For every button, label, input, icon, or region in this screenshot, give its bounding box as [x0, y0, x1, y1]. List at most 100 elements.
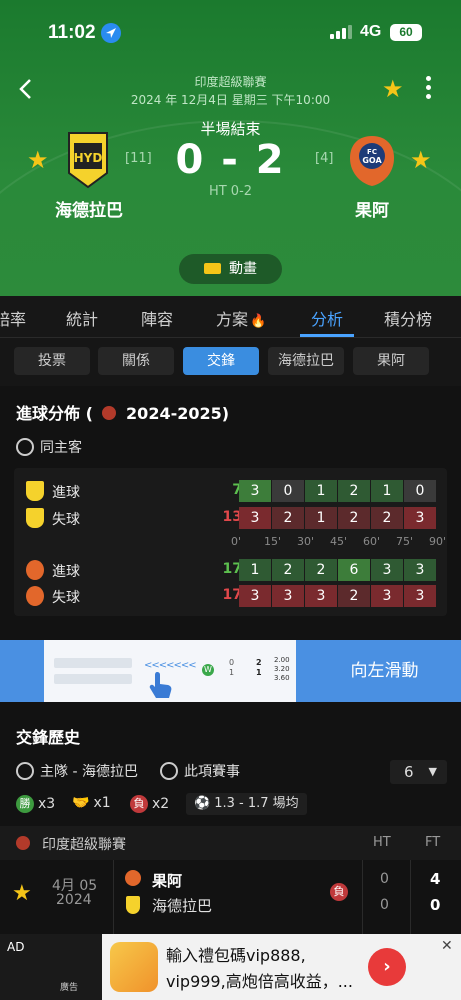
distribution-row: 進球 7 3 0 1 2 1 0: [26, 480, 447, 502]
tab-lineup[interactable]: 陣容: [141, 306, 173, 330]
tab-odds[interactable]: 賠率: [0, 306, 26, 330]
tab-plans[interactable]: 方案 🔥: [216, 306, 266, 330]
match-team1[interactable]: 果阿: [152, 870, 182, 891]
status-bar: 11:02 4G 60: [0, 20, 461, 50]
tab-analysis[interactable]: 分析: [311, 306, 343, 330]
distribution-cell: 3: [404, 585, 436, 607]
h2h-title: 交鋒歷史: [16, 728, 81, 747]
distribution-row: 進球 17 1 2 2 6 3 3: [26, 559, 447, 581]
hyderabad-small-crest-icon: [126, 896, 140, 914]
distribution-cell: 3: [239, 507, 271, 529]
h2h-match-row[interactable]: ★ 4月 05 2024 果阿 海德拉巴 負 0 0 4 0: [0, 860, 461, 936]
distribution-cell: 3: [371, 559, 403, 581]
minute-mark: 30': [297, 535, 315, 548]
distribution-cell: 2: [338, 480, 370, 502]
match-team2[interactable]: 海德拉巴: [152, 895, 212, 916]
goa-small-crest-icon: [26, 586, 44, 606]
ht-score-2: 0: [380, 897, 389, 913]
ad-close-icon[interactable]: ✕: [441, 938, 453, 954]
tab-standings[interactable]: 積分榜: [384, 306, 432, 330]
hyderabad-small-crest-icon: [26, 508, 44, 528]
match-count-select[interactable]: 6 ▼: [390, 760, 447, 784]
network-type: 4G: [360, 23, 382, 40]
subtab-home[interactable]: 海德拉巴: [268, 347, 344, 375]
radio-icon: [160, 762, 178, 780]
distribution-cell: 1: [305, 507, 337, 529]
status-time: 11:02: [48, 22, 96, 43]
match-favorite-star-icon[interactable]: ★: [12, 882, 32, 906]
distribution-cell: 0: [404, 480, 436, 502]
more-options-icon[interactable]: [426, 76, 432, 103]
filter-league-label: 此項賽事: [184, 764, 240, 780]
ft-score-2: 0: [430, 896, 441, 914]
distribution-row-label: 失球: [52, 512, 80, 528]
minute-mark: 90': [429, 535, 447, 548]
subtab-away[interactable]: 果阿: [353, 347, 429, 375]
goa-small-crest-icon: [125, 870, 141, 886]
filter-home-team[interactable]: 主隊 - 海德拉巴: [16, 761, 138, 781]
col-ft: FT: [425, 835, 441, 850]
goa-small-crest-icon: [26, 560, 44, 580]
distribution-row-label: 失球: [52, 590, 80, 606]
mini-value: 2.00: [274, 656, 290, 664]
ad-app-icon: [110, 942, 158, 992]
distribution-cell: 3: [371, 585, 403, 607]
minute-mark: 15': [264, 535, 282, 548]
animation-button[interactable]: 動畫: [179, 254, 282, 284]
ad-tag: AD: [7, 940, 25, 954]
subtab-h2h[interactable]: 交鋒: [183, 347, 259, 375]
ad-left-panel: AD 廣告: [0, 934, 102, 1000]
wins-count: x3: [38, 796, 56, 812]
match-year: 2024: [56, 892, 92, 908]
mini-value: 1: [229, 668, 235, 677]
swipe-banner[interactable]: <<<<<<< W 01 21 2.00 3.20 3.60 向左滑動: [0, 640, 461, 702]
distribution-cell: 2: [272, 507, 304, 529]
favorite-star-icon[interactable]: ★: [382, 77, 404, 101]
subtab-vote[interactable]: 投票: [14, 347, 90, 375]
chevron-down-icon: ▼: [428, 765, 437, 778]
win-badge: 勝: [16, 795, 34, 813]
ad-sub-label: 廣告: [60, 983, 79, 993]
mini-value: 3.20: [274, 665, 290, 673]
subtab-relation[interactable]: 關係: [98, 347, 174, 375]
distribution-cell: 3: [305, 585, 337, 607]
goal-distribution-title: 進球分佈 ( 2024-2025): [16, 400, 229, 424]
league-group-name: 印度超級聯賽: [42, 837, 126, 853]
distribution-cell: 2: [272, 559, 304, 581]
active-tab-indicator: [300, 334, 354, 337]
location-icon: [101, 23, 121, 43]
minute-mark: 0': [231, 535, 242, 548]
league-logo-icon: [102, 406, 117, 420]
match-header: 11:02 4G 60 印度超級聯賽 2024 年 12月4日 星期三 下午10…: [0, 0, 461, 296]
battery-icon: 60: [390, 24, 422, 41]
league-logo-icon: [16, 836, 30, 850]
radio-icon: [16, 438, 34, 456]
mini-value: 3.60: [274, 674, 290, 682]
minute-mark: 45': [330, 535, 348, 548]
distribution-cell: 1: [239, 559, 271, 581]
ad-banner[interactable]: AD 廣告 ✕ 輸入禮包碼vip888, vip999,高炮倍高收益，... ›: [0, 934, 461, 1000]
col-ht: HT: [373, 835, 391, 850]
filter-same-league[interactable]: 此項賽事: [160, 761, 240, 781]
home-team-name[interactable]: 海德拉巴: [34, 196, 144, 221]
away-team-name[interactable]: 果阿: [317, 196, 427, 221]
distribution-row-total: 13: [222, 509, 242, 525]
banner-preview: <<<<<<< W 01 21 2.00 3.20 3.60: [44, 640, 296, 702]
ad-arrow-button[interactable]: ›: [368, 948, 406, 986]
distribution-cell: 2: [338, 507, 370, 529]
distribution-row-label: 進球: [52, 485, 80, 501]
distribution-cell: 6: [338, 559, 370, 581]
hand-pointer-icon: [149, 672, 172, 698]
distribution-cell: 2: [305, 559, 337, 581]
same-venue-option[interactable]: 同主客: [16, 437, 82, 457]
mini-value: 0: [229, 658, 235, 667]
minute-mark: 60': [363, 535, 381, 548]
goa-crest-icon[interactable]: FC GOA: [347, 134, 397, 188]
swipe-left-label[interactable]: 向左滑動: [308, 640, 461, 702]
main-tabs: 賠率 統計 陣容 方案 🔥 分析 積分榜: [0, 296, 461, 338]
average-goals: ⚽ 1.3 - 1.7 場均: [186, 793, 307, 815]
svg-text:FC: FC: [367, 148, 377, 156]
ft-score-1: 4: [430, 870, 441, 888]
ad-line1: 輸入禮包碼vip888,: [166, 946, 306, 965]
tab-stats[interactable]: 統計: [66, 306, 98, 330]
